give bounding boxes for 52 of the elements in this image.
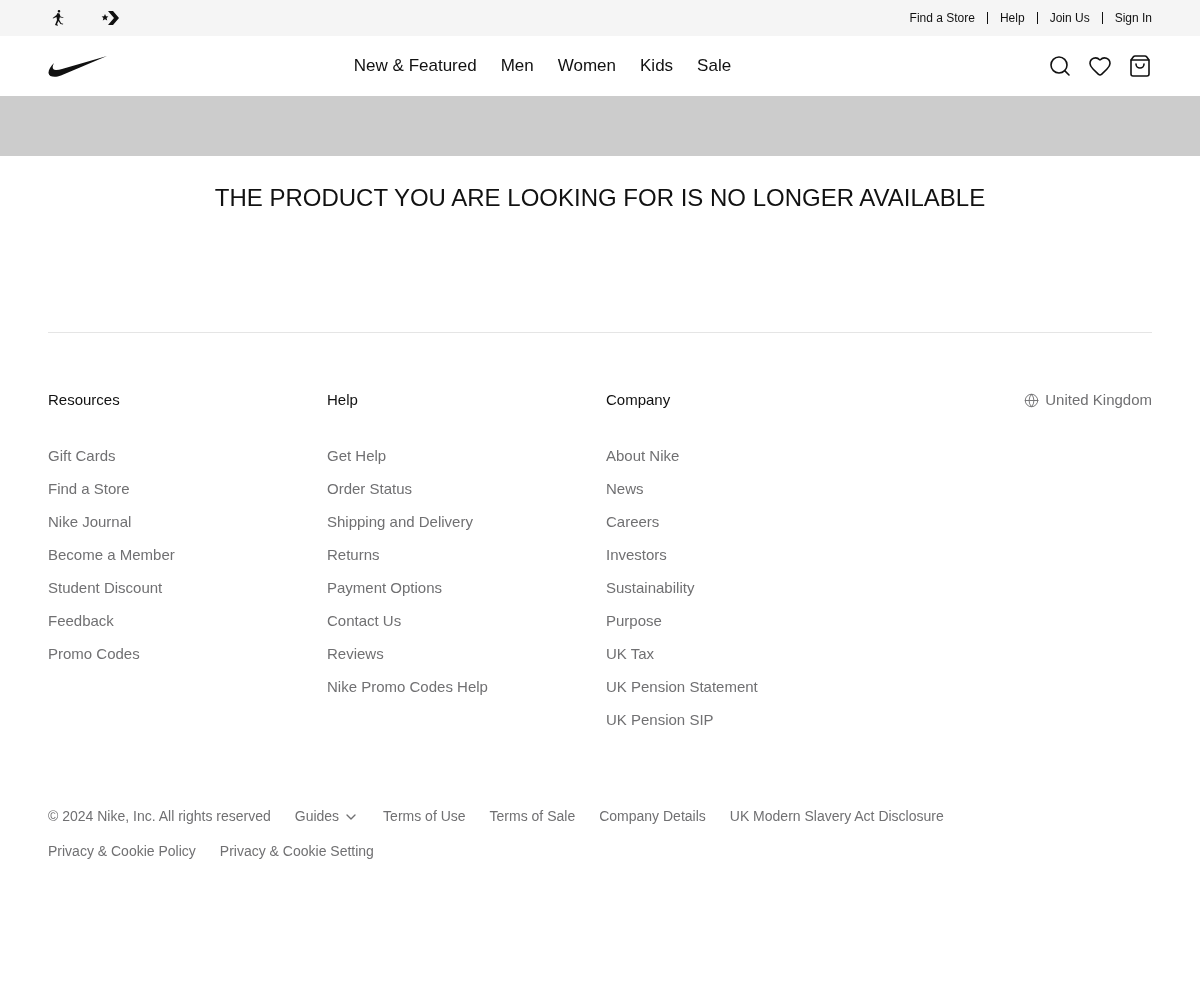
copyright-text: © 2024 Nike, Inc. All rights reserved [48, 807, 271, 826]
utility-link[interactable]: Find a Store [909, 9, 975, 27]
footer-link[interactable]: Feedback [48, 610, 327, 632]
footer-link[interactable]: News [606, 478, 885, 500]
footer-link[interactable]: Nike Promo Codes Help [327, 676, 606, 698]
footer-heading: Resources [48, 390, 121, 410]
footer-heading: Company [606, 390, 672, 410]
nav-link[interactable]: Women [557, 53, 617, 79]
nav-link[interactable]: New & Featured [353, 53, 477, 79]
footer-link[interactable]: Investors [606, 544, 885, 566]
nav-link[interactable]: Men [500, 53, 534, 79]
footer-link[interactable]: Shipping and Delivery [327, 511, 606, 533]
utility-link[interactable]: Join Us [1049, 9, 1090, 27]
globe-icon [1024, 392, 1040, 408]
footer-link[interactable]: Purpose [606, 610, 885, 632]
footer-link[interactable]: Find a Store [48, 478, 327, 500]
heart-icon[interactable] [1088, 54, 1112, 78]
footer-link[interactable]: UK Pension SIP [606, 709, 885, 731]
star-chevron-icon [100, 10, 120, 26]
footer-link[interactable]: Returns [327, 544, 606, 566]
nav-link[interactable]: Sale [697, 53, 732, 79]
legal-link[interactable]: Privacy & Cookie Setting [219, 841, 374, 862]
footer-link[interactable]: Sustainability [606, 577, 885, 599]
legal-link[interactable]: Privacy & Cookie Policy [48, 841, 196, 862]
page-message: THE PRODUCT YOU ARE LOOKING FOR IS NO LONGER AVAILABLE [213, 183, 987, 213]
footer-link[interactable]: Nike Journal [48, 511, 327, 533]
utility-link[interactable]: Sign In [1114, 9, 1152, 27]
search-icon[interactable] [1048, 54, 1072, 78]
footer-link[interactable]: Contact Us [327, 610, 606, 632]
bag-icon[interactable] [1128, 54, 1152, 78]
legal-link[interactable]: Terms of Use [383, 806, 466, 827]
footer-link[interactable]: UK Pension Statement [606, 676, 885, 698]
footer-link[interactable]: Promo Codes [48, 643, 327, 665]
footer-link[interactable]: Gift Cards [48, 445, 327, 467]
footer-link[interactable]: Careers [606, 511, 885, 533]
footer-link[interactable]: Become a Member [48, 544, 327, 566]
legal-link[interactable]: Terms of Sale [489, 806, 576, 827]
footer-link[interactable]: About Nike [606, 445, 885, 467]
region-selector[interactable]: United Kingdom [1024, 389, 1152, 412]
footer-link[interactable]: Order Status [327, 478, 606, 500]
footer-link[interactable]: Payment Options [327, 577, 606, 599]
guides-dropdown[interactable]: Guides [294, 806, 360, 827]
nav-link[interactable]: Kids [640, 53, 674, 79]
footer-link[interactable]: UK Tax [606, 643, 885, 665]
legal-link[interactable]: Company Details [599, 806, 706, 827]
footer-link[interactable]: Get Help [327, 445, 606, 467]
footer-heading: Help [327, 390, 359, 410]
utility-link[interactable]: Help [999, 9, 1025, 27]
legal-link[interactable]: UK Modern Slavery Act Disclosure [729, 806, 944, 827]
footer-link[interactable]: Reviews [327, 643, 606, 665]
swoosh-logo [48, 55, 107, 77]
footer-link[interactable]: Student Discount [48, 577, 327, 599]
